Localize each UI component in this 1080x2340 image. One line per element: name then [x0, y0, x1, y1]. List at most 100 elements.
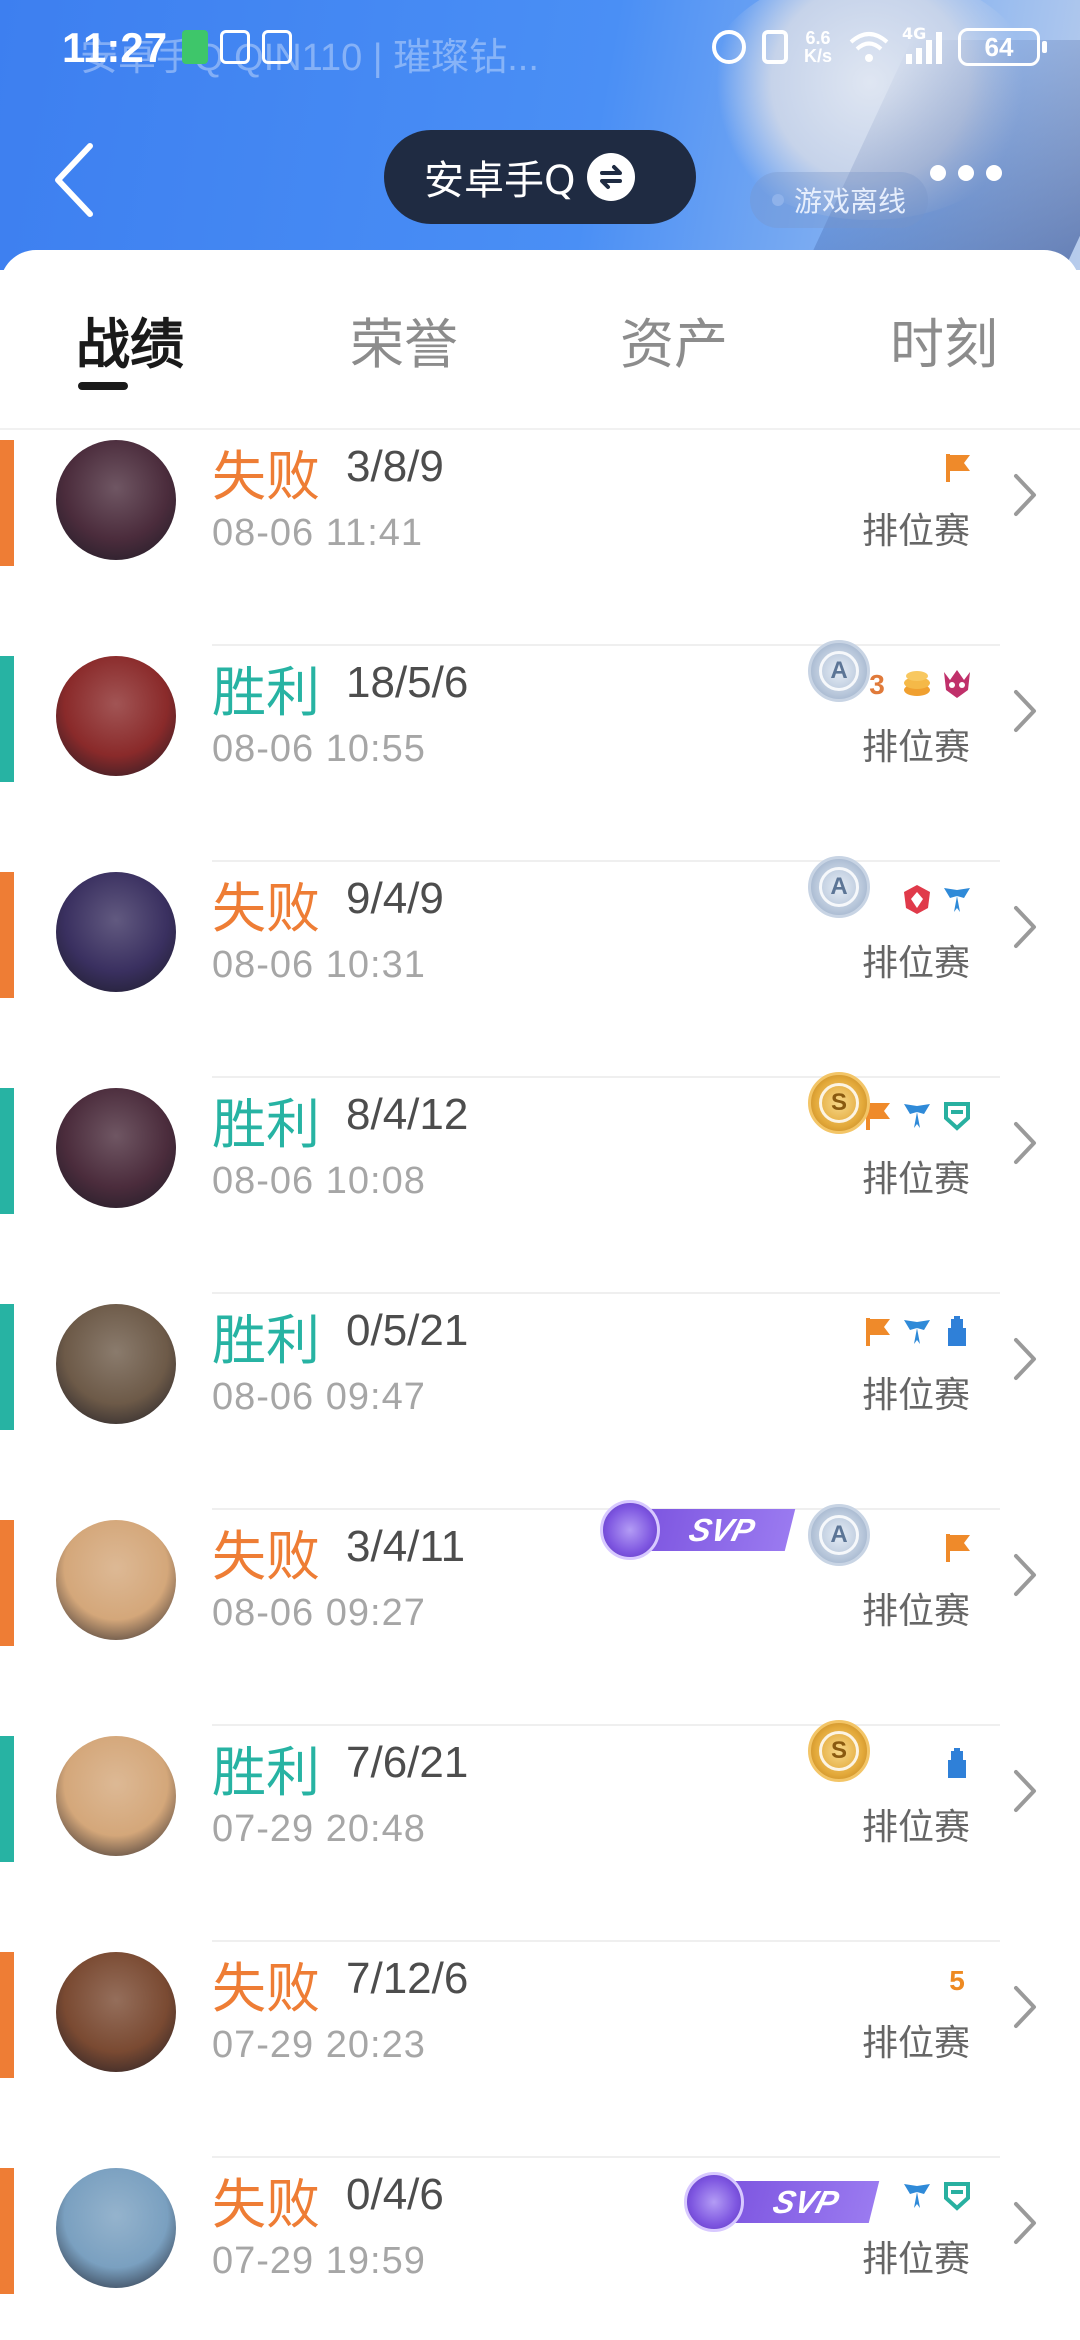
- medal-grade: A: [819, 651, 859, 691]
- orange-flag-icon: [946, 1534, 970, 1562]
- match-row[interactable]: 胜利 18/5/6 08-06 10:55 3 A 排位赛: [0, 640, 1080, 862]
- teal-shield-icon: [944, 2182, 970, 2211]
- match-kda: 8/4/12: [346, 1090, 469, 1139]
- teal-shield-icon: [944, 1102, 970, 1131]
- match-kda: 18/5/6: [346, 658, 469, 707]
- match-mode: 排位赛: [861, 943, 970, 984]
- match-time: 08-06 09:27: [212, 1592, 426, 1634]
- match-row[interactable]: 胜利 7/6/21 07-29 20:48 S 排位赛: [0, 1720, 1080, 1942]
- achievement-tags: [940, 1530, 974, 1564]
- result-indicator-bar: [0, 656, 14, 782]
- game-offline-status: 游戏离线: [750, 172, 929, 228]
- chevron-right-icon[interactable]: [1010, 686, 1040, 736]
- orange-flag-icon: [946, 454, 970, 482]
- back-arrow-icon[interactable]: [50, 140, 100, 220]
- medal-grade: S: [819, 1083, 859, 1123]
- match-history-list: 失败 3/8/9 08-06 11:41 排位赛 胜利 18/5/6 08-06 10:55…: [0, 430, 1080, 2340]
- hero-avatar: [56, 872, 176, 992]
- hero-avatar: [56, 1088, 176, 1208]
- result-indicator-bar: [0, 1304, 14, 1430]
- achievement-tags: [940, 450, 974, 484]
- blue-tower-icon: [948, 1748, 966, 1778]
- achievement-tags: 3: [860, 666, 974, 700]
- match-result: 失败: [212, 1957, 320, 2020]
- match-result: 失败: [212, 2173, 320, 2236]
- more-options-button[interactable]: [930, 165, 1002, 181]
- cellular-signal: 4G: [902, 24, 942, 64]
- match-row[interactable]: 失败 0/4/6 07-29 19:59 SVP 排位赛: [0, 2158, 1080, 2340]
- match-mode: 排位赛: [861, 2239, 970, 2280]
- tab-moments[interactable]: 时刻: [890, 300, 998, 379]
- match-mode: 排位赛: [861, 727, 970, 768]
- status-time: 11:27: [62, 24, 168, 71]
- medal-s-icon: S: [808, 1720, 870, 1782]
- result-indicator-bar: [0, 872, 14, 998]
- match-time: 08-06 11:41: [212, 512, 424, 554]
- match-mode: 排位赛: [861, 2023, 970, 2064]
- hero-avatar: [56, 1952, 176, 2072]
- match-row[interactable]: 胜利 0/5/21 08-06 09:47 排位赛: [0, 1294, 1080, 1510]
- medal-grade: A: [819, 867, 859, 907]
- match-kda: 0/4/6: [346, 2170, 444, 2219]
- svg-text:3: 3: [869, 669, 885, 700]
- match-result: 胜利: [212, 1093, 320, 1156]
- match-mode: 排位赛: [861, 511, 970, 552]
- chevron-right-icon[interactable]: [1010, 1766, 1040, 1816]
- svp-badge: SVP: [600, 1500, 796, 1560]
- result-indicator-bar: [0, 440, 14, 566]
- hero-avatar: [56, 440, 176, 560]
- match-kda: 0/5/21: [346, 1306, 469, 1355]
- match-time: 08-06 10:08: [212, 1160, 426, 1202]
- match-kda: 9/4/9: [346, 874, 444, 923]
- svp-emblem-icon: [684, 2172, 744, 2232]
- match-row[interactable]: 失败 9/4/9 08-06 10:31 A 排位赛: [0, 856, 1080, 1078]
- match-time: 07-29 20:23: [212, 2024, 426, 2066]
- match-row[interactable]: 失败 7/12/6 07-29 20:23 5 排位赛: [0, 1942, 1080, 2158]
- demon-icon: [944, 670, 970, 698]
- tab-record[interactable]: 战绩: [76, 300, 184, 379]
- achievement-tags: 5: [940, 1962, 974, 1996]
- coins-icon: [904, 671, 930, 696]
- offline-status-label: 游戏离线: [794, 185, 907, 218]
- alarm-icon: [711, 30, 746, 64]
- match-row[interactable]: 胜利 8/4/12 08-06 10:08 S 排位赛: [0, 1072, 1080, 1294]
- tab-assets[interactable]: 资产: [620, 300, 728, 379]
- network-speed: 6.6 K/s: [803, 28, 832, 66]
- match-mode: 排位赛: [861, 1375, 970, 1416]
- result-indicator-bar: [0, 1520, 14, 1646]
- hourglass-icon: [182, 30, 208, 64]
- match-row[interactable]: 失败 3/4/11 08-06 09:27 A SVP 排位赛: [0, 1500, 1080, 1726]
- chevron-right-icon[interactable]: [1010, 1334, 1040, 1384]
- medal-s-icon: S: [808, 1072, 870, 1134]
- status-dot-icon: [772, 194, 784, 206]
- match-kda: 7/6/21: [346, 1738, 469, 1787]
- switch-account-icon[interactable]: [587, 153, 636, 201]
- result-indicator-bar: [0, 2168, 14, 2294]
- tab-honor[interactable]: 荣誉: [350, 300, 458, 379]
- qq-icon: [220, 30, 250, 64]
- svp-emblem-icon: [600, 1500, 660, 1560]
- hero-avatar: [56, 2168, 176, 2288]
- match-time: 08-06 10:31: [212, 944, 426, 986]
- blue-tower-icon: [948, 1316, 966, 1346]
- match-result: 胜利: [212, 1741, 320, 1804]
- chevron-right-icon[interactable]: [1010, 902, 1040, 952]
- blue-wings-icon: [904, 1104, 930, 1128]
- svg-text:5: 5: [949, 1965, 965, 1996]
- hero-avatar: [56, 656, 176, 776]
- chevron-right-icon[interactable]: [1010, 1982, 1040, 2032]
- blue-wings-icon: [944, 888, 970, 912]
- chevron-right-icon[interactable]: [1010, 1118, 1040, 1168]
- account-switcher[interactable]: 安卓手Q: [384, 130, 696, 224]
- chevron-right-icon[interactable]: [1010, 1550, 1040, 1600]
- blue-wings-icon: [904, 2184, 930, 2208]
- achievement-tags: [860, 1098, 974, 1132]
- medal-grade: S: [819, 1731, 859, 1771]
- chevron-right-icon[interactable]: [1010, 2198, 1040, 2248]
- medal-grade: A: [819, 1515, 859, 1555]
- result-indicator-bar: [0, 1088, 14, 1214]
- match-row[interactable]: 失败 3/8/9 08-06 11:41 排位赛: [0, 430, 1080, 646]
- chevron-right-icon[interactable]: [1010, 470, 1040, 520]
- match-mode: 排位赛: [861, 1591, 970, 1632]
- match-time: 08-06 09:47: [212, 1376, 426, 1418]
